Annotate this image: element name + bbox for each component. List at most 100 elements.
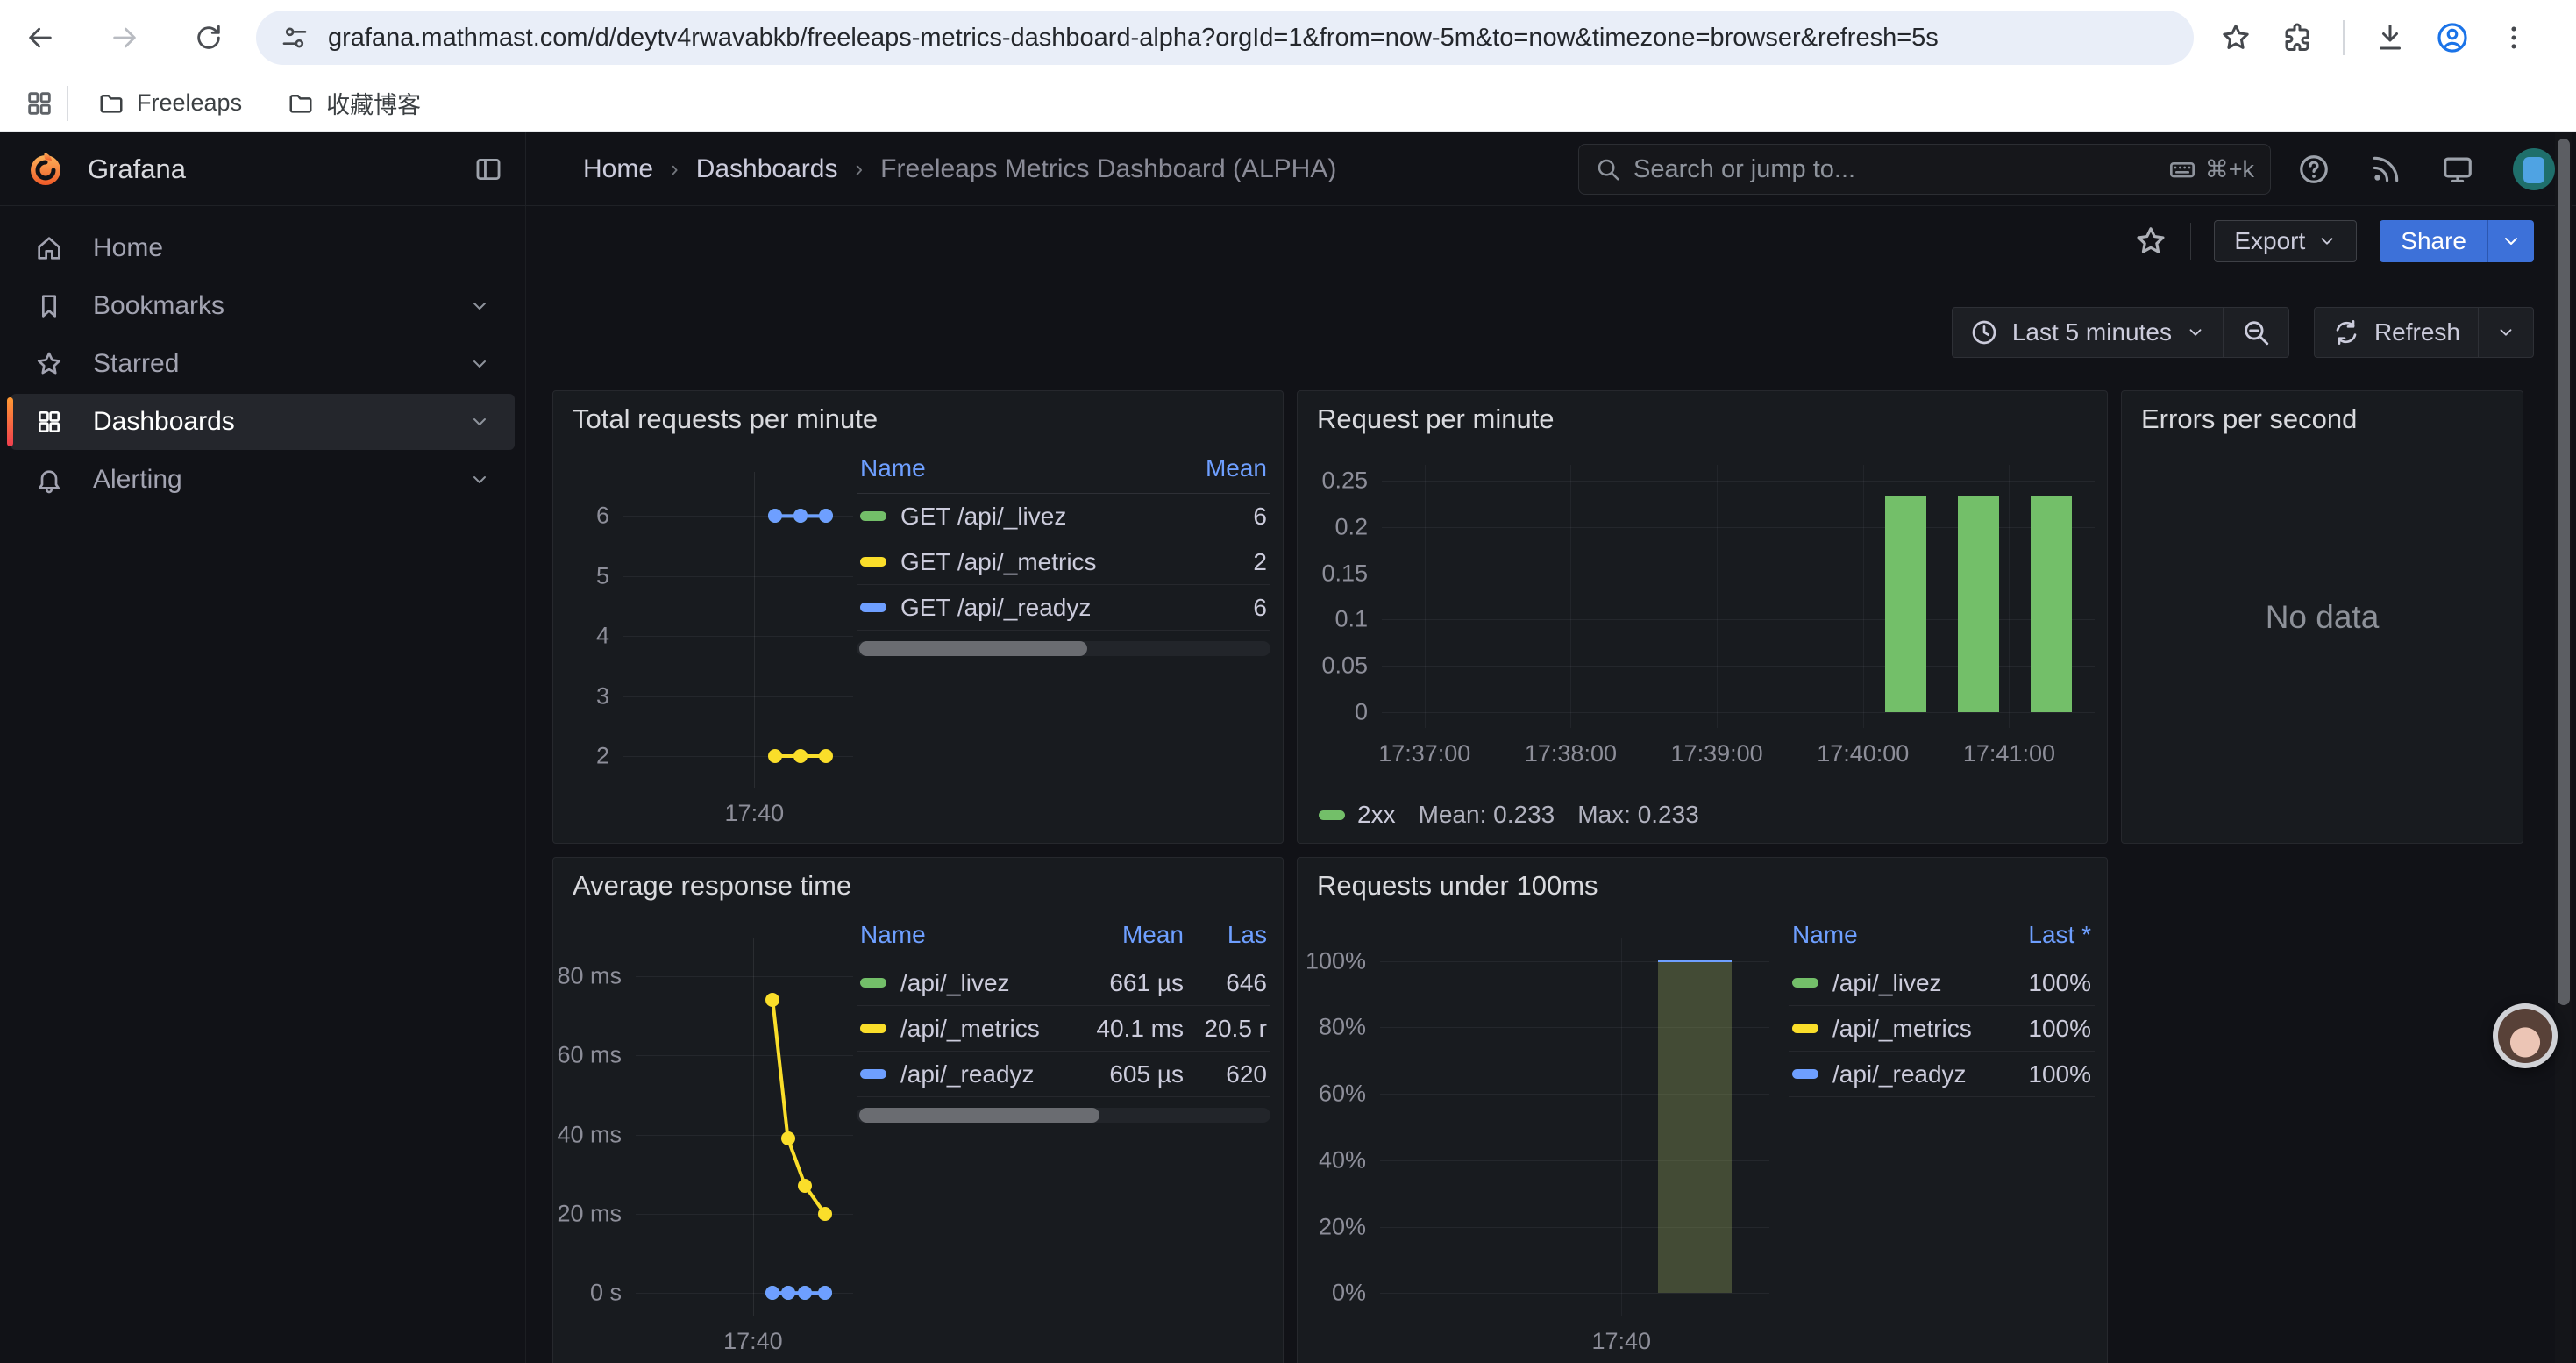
grafana-logo-icon[interactable]	[25, 148, 67, 190]
chevron-down-icon[interactable]	[2488, 231, 2534, 252]
column-header-mean[interactable]: Mean	[1052, 921, 1184, 949]
table-row: /api/_livez100%	[1789, 960, 2095, 1006]
data-point	[781, 1286, 795, 1300]
column-header-las[interactable]: Las	[1184, 921, 1267, 949]
browser-menu-icon[interactable]	[2499, 23, 2529, 53]
series-swatch	[1792, 1024, 1818, 1033]
sidebar-item-starred[interactable]: Starred	[11, 336, 515, 392]
bar-2xx	[1885, 496, 1926, 712]
y-tick-label: 0	[1355, 699, 1382, 726]
sidebar-item-home[interactable]: Home	[11, 220, 515, 276]
kiosk-monitor-icon[interactable]	[2441, 153, 2474, 186]
assistant-avatar[interactable]	[2493, 1003, 2558, 1068]
time-picker-group: Last 5 minutes	[1952, 307, 2289, 358]
chevron-down-icon	[2496, 323, 2516, 342]
downloads-icon[interactable]	[2374, 22, 2406, 54]
zoom-out-button[interactable]	[2224, 308, 2288, 357]
gridline-vertical	[1425, 465, 1426, 728]
series-value-cell: 100%	[1977, 969, 2091, 997]
legend-max: Max: 0.233	[1577, 801, 1699, 829]
clock-icon	[1970, 318, 1998, 346]
breadcrumb-home[interactable]: Home	[583, 154, 653, 184]
chevron-down-icon	[469, 411, 490, 432]
browser-toolbar-actions	[2220, 20, 2529, 55]
series-name-cell[interactable]: /api/_readyz	[1792, 1060, 1977, 1088]
data-point	[793, 509, 808, 523]
bookmark-item[interactable]: 收藏博客	[274, 79, 435, 127]
legend-item[interactable]: 2xx	[1319, 801, 1396, 829]
series-name-cell[interactable]: GET /api/_readyz	[860, 594, 1162, 622]
url-bar[interactable]: grafana.mathmast.com/d/deytv4rwavabkb/fr…	[256, 11, 2194, 65]
sidebar-item-dashboards[interactable]: Dashboards	[11, 394, 515, 450]
dock-sidebar-icon[interactable]	[473, 154, 503, 184]
search-input[interactable]: Search or jump to... ⌘+k	[1578, 144, 2271, 195]
scrollbar-thumb[interactable]	[859, 1108, 1099, 1123]
user-avatar[interactable]	[2513, 148, 2555, 190]
legend-series-name: 2xx	[1357, 801, 1396, 829]
y-tick-label: 20 ms	[557, 1200, 636, 1227]
area-chart: 100%80%60%40%20%0%17:40	[1380, 938, 1769, 1316]
back-icon[interactable]	[16, 13, 65, 62]
series-name-cell[interactable]: /api/_livez	[860, 969, 1052, 997]
search-shortcut-keys: ⌘+k	[2205, 156, 2254, 183]
export-button[interactable]: Export	[2214, 220, 2357, 262]
screen: grafana.mathmast.com/d/deytv4rwavabkb/fr…	[0, 0, 2576, 1363]
y-tick-label: 3	[596, 682, 623, 710]
breadcrumb-dashboards[interactable]: Dashboards	[696, 154, 838, 184]
y-tick-label: 0.1	[1334, 606, 1382, 633]
series-name-cell[interactable]: GET /api/_livez	[860, 503, 1162, 531]
favorite-star-icon[interactable]	[2134, 225, 2167, 258]
series-name-cell[interactable]: GET /api/_metrics	[860, 548, 1162, 576]
share-button[interactable]: Share	[2380, 220, 2534, 262]
table-scrollbar[interactable]	[857, 641, 1270, 656]
column-header-mean[interactable]: Mean	[1162, 454, 1267, 482]
time-range-button[interactable]: Last 5 minutes	[1953, 308, 2223, 357]
page-scrollbar[interactable]	[2555, 132, 2572, 1363]
folder-icon	[98, 90, 125, 117]
scrollbar-thumb[interactable]	[859, 641, 1087, 656]
table-row: GET /api/_metrics2	[857, 539, 1270, 585]
column-header-name[interactable]: Name	[1792, 921, 1977, 949]
chart-legend: 2xx Mean: 0.233 Max: 0.233	[1319, 801, 1699, 829]
profile-icon[interactable]	[2436, 21, 2469, 54]
refresh-button[interactable]: Refresh	[2315, 308, 2478, 357]
area-fill-100pct	[1658, 961, 1732, 1293]
series-swatch	[860, 978, 886, 988]
panel-title[interactable]: Errors per second	[2141, 403, 2357, 435]
sidebar-item-alerting[interactable]: Alerting	[11, 452, 515, 508]
series-swatch	[860, 511, 886, 521]
apps-grid-icon[interactable]	[25, 89, 54, 118]
series-name-cell[interactable]: /api/_metrics	[860, 1015, 1052, 1043]
table-scrollbar[interactable]	[857, 1108, 1270, 1123]
bookmark-icon	[35, 292, 63, 320]
column-header-name[interactable]: Name	[860, 454, 1162, 482]
y-tick-label: 0.05	[1321, 653, 1382, 680]
panel-title[interactable]: Total requests per minute	[573, 403, 878, 435]
bookmark-items: Freeleaps 收藏博客	[84, 79, 435, 127]
panel-title[interactable]: Requests under 100ms	[1317, 870, 1598, 902]
series-name: GET /api/_readyz	[900, 594, 1091, 622]
refresh-interval-button[interactable]	[2479, 308, 2533, 357]
bookmark-item[interactable]: Freeleaps	[84, 82, 256, 124]
extensions-icon[interactable]	[2281, 22, 2313, 54]
series-name-cell[interactable]: /api/_metrics	[1792, 1015, 1977, 1043]
series-name-cell[interactable]: /api/_livez	[1792, 969, 1977, 997]
reload-button[interactable]	[184, 13, 233, 62]
panel-title[interactable]: Request per minute	[1317, 403, 1555, 435]
series-name-cell[interactable]: /api/_readyz	[860, 1060, 1052, 1088]
bookmark-star-icon[interactable]	[2220, 22, 2252, 54]
column-header-name[interactable]: Name	[860, 921, 1052, 949]
site-settings-icon[interactable]	[281, 24, 309, 52]
panel-title[interactable]: Average response time	[573, 870, 851, 902]
table-header-row: NameMean	[857, 449, 1270, 494]
no-data-message: No data	[2122, 599, 2523, 636]
column-header-last[interactable]: Last *	[1977, 921, 2091, 949]
y-tick-label: 100%	[1306, 947, 1380, 974]
grafana-app: Grafana Home › Dashboards › Freeleaps Me…	[0, 132, 2576, 1363]
help-icon[interactable]	[2297, 153, 2330, 186]
scrollbar-thumb[interactable]	[2558, 139, 2570, 1005]
bar-chart: 0.250.20.150.10.05017:37:0017:38:0017:39…	[1382, 465, 2095, 728]
legend-mean: Mean: 0.233	[1419, 801, 1555, 829]
news-rss-icon[interactable]	[2369, 153, 2402, 186]
sidebar-item-bookmarks[interactable]: Bookmarks	[11, 278, 515, 334]
